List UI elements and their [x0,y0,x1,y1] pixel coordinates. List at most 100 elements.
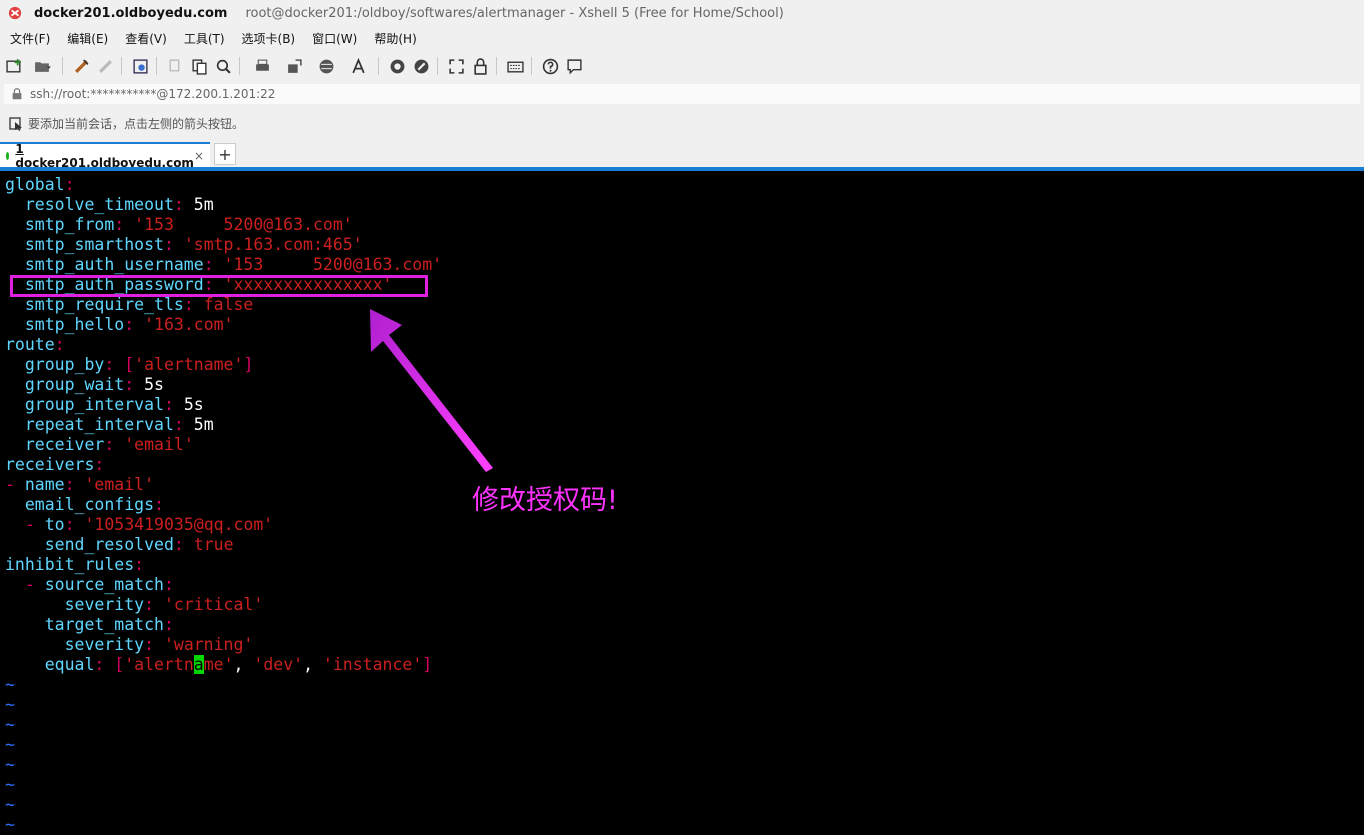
terminal-token: ~ [5,795,15,814]
terminal-line: ~ [5,735,15,755]
terminal-token: group_interval [5,395,164,414]
print-button[interactable] [248,56,276,76]
terminal-token: global [5,175,65,194]
terminal-token: '1053419035@qq.com' [74,515,274,534]
terminal-line: group_interval: 5s [5,395,204,415]
terminal-token: : [124,315,135,334]
terminal-token: ~ [5,715,15,734]
language-button[interactable] [312,56,340,76]
terminal-token: : [114,215,125,234]
terminal-token: ] [422,655,433,674]
terminal-line: - to: '1053419035@qq.com' [5,515,273,535]
terminal-line: target_match: [5,615,174,635]
annotation-text: 修改授权码! [472,485,618,516]
font-icon [351,57,365,73]
menu-view[interactable]: 查看(V) [115,30,174,47]
terminal-token: 'smtp.163.com:465' [173,235,363,254]
terminal-token: smtp_auth_username [5,255,204,274]
transfer-button[interactable] [280,56,308,76]
terminal-token: ~ [5,815,15,834]
lock-button[interactable] [470,56,490,76]
terminal-cursor: a [193,655,204,674]
help-button[interactable] [540,56,560,76]
terminal-token: - [5,515,45,534]
disconnect-button[interactable] [95,56,115,76]
hint-bar: 要添加当前会话，点击左侧的箭头按钮。 [0,106,1364,140]
close-icon[interactable]: × [194,149,204,163]
terminal-line: group_by: ['alertname'] [5,355,254,375]
folder-open-icon [34,61,51,72]
toolbar-divider [121,57,122,75]
new-session-button[interactable] [4,56,24,76]
terminal-token: severity [5,635,145,654]
copy-button[interactable] [165,56,185,76]
terminal-token: send_resolved [5,535,174,554]
terminal-token: true [183,535,234,554]
address-text: ssh://root:***********@172.200.1.201:22 [30,87,276,101]
terminal-token: smtp_require_tls [5,295,184,314]
terminal-token: : [144,595,155,614]
terminal-line: equal: ['alertname', 'dev', 'instance'] [5,655,432,675]
new-tab-button[interactable]: + [214,143,236,165]
fullscreen-icon [448,58,464,74]
address-field[interactable]: ssh://root:***********@172.200.1.201:22 [4,84,1360,104]
paste-button[interactable] [189,56,209,76]
toolbar-divider [156,57,157,75]
toolbar [0,50,1364,82]
highlight-box [10,275,428,297]
menu-tabs[interactable]: 选项卡(B) [232,30,303,47]
toolbar-divider [239,57,240,75]
terminal-line: ~ [5,775,15,795]
xmanager-button[interactable] [411,56,431,76]
add-session-arrow-icon[interactable] [8,115,24,131]
terminal-token: target_match [5,615,164,634]
find-button[interactable] [213,56,233,76]
terminal-token: 'email' [114,435,194,454]
connected-status-icon [6,151,10,160]
fullscreen-button[interactable] [446,56,466,76]
copy-icon [168,58,179,71]
terminal-token: , [303,655,313,674]
terminal-line: receivers: [5,455,104,475]
session-tab[interactable]: 1 docker201.oldboyedu.com × [0,141,210,170]
terminal-token: : [144,635,155,654]
menu-file[interactable]: 文件(F) [0,30,57,47]
properties-button[interactable] [130,56,150,76]
transfer-icon [287,58,302,73]
xftp-button[interactable] [387,56,407,76]
terminal-area[interactable]: global: resolve_timeout: 5m smtp_from: '… [0,171,1364,834]
keyboard-button[interactable] [505,56,525,76]
terminal-token: 'email' [74,475,155,494]
menu-window[interactable]: 窗口(W) [302,30,364,47]
menu-tools[interactable]: 工具(T) [174,30,232,47]
terminal-token: [ [114,355,135,374]
terminal-line: group_wait: 5s [5,375,164,395]
terminal-token: 5s [134,375,164,394]
chat-button[interactable] [564,56,584,76]
terminal-line: send_resolved: true [5,535,234,555]
menu-help[interactable]: 帮助(H) [364,30,423,47]
terminal-token: : [173,535,184,554]
terminal-line: smtp_auth_username: '153 5200@163.com' [5,255,442,275]
toolbar-divider [378,57,379,75]
session-tab-label: 1 docker201.oldboyedu.com [15,141,194,170]
properties-icon [132,58,148,74]
terminal-token: 'alertn [124,655,194,674]
terminal-token: to [44,515,65,534]
terminal-line: global: [5,175,75,195]
terminal-token: group_wait [5,375,125,394]
terminal-line: ~ [5,755,15,775]
window-host: docker201.oldboyedu.com [34,5,228,21]
lock-icon [12,88,22,100]
terminal-line: - source_match: [5,575,174,595]
terminal-token: 5m [183,195,214,214]
terminal-token: : [163,235,174,254]
terminal-token: ~ [5,695,15,714]
reconnect-button[interactable] [71,56,91,76]
menu-edit[interactable]: 编辑(E) [57,30,115,47]
toolbar-divider [496,57,497,75]
terminal-line: smtp_hello: '163.com' [5,315,234,335]
terminal-token: 'alertname' [134,355,244,374]
open-session-button[interactable] [28,56,56,76]
font-button[interactable] [344,56,372,76]
